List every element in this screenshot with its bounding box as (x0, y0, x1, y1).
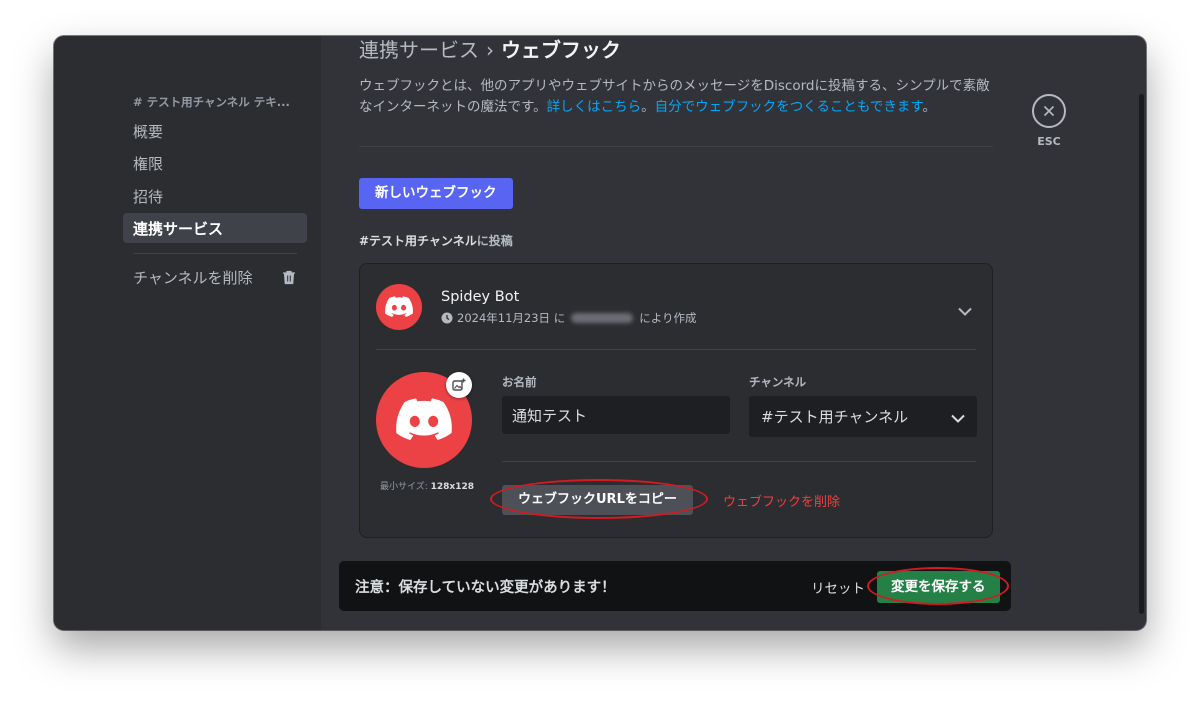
add-image-icon[interactable] (446, 372, 472, 398)
make-own-webhook-link[interactable]: 自分でウェブフックをつくることもできます (655, 99, 923, 115)
delete-webhook-button[interactable]: ウェブフックを削除 (723, 491, 840, 510)
sidebar-item-overview[interactable]: 概要 (123, 116, 307, 146)
close-icon[interactable] (1032, 94, 1066, 128)
breadcrumb-separator: › (485, 38, 494, 62)
description-end: 。 (922, 99, 937, 115)
breadcrumb-integrations[interactable]: 連携サービス (359, 38, 479, 62)
webhook-created-meta: 2024年11月23日 に により作成 (441, 310, 696, 326)
channel-field-label: チャンネル (749, 375, 807, 389)
new-webhook-button[interactable]: 新しいウェブフック (359, 178, 513, 209)
esc-label: ESC (1037, 135, 1061, 148)
discord-logo-icon (385, 296, 413, 317)
name-field-label: お名前 (502, 375, 537, 389)
trash-icon (282, 270, 296, 289)
page-title-text: ウェブフック (500, 38, 621, 62)
sidebar-item-integrations[interactable]: 連携サービス (123, 213, 307, 243)
webhook-description: ウェブフックとは、他のアプリやウェブサイトからのメッセージをDiscordに投稿… (359, 76, 995, 118)
sidebar-item-invites[interactable]: 招待 (123, 181, 307, 211)
min-size-hint: 最小サイズ: 128x128 (380, 479, 474, 492)
channel-select[interactable]: #テスト用チャンネル (749, 396, 977, 437)
min-size-label: 最小サイズ: (380, 482, 431, 492)
redacted-username (571, 313, 634, 323)
section-channel-name: #テスト用チャンネル (359, 234, 477, 248)
app-window: # テスト用チャンネル テキ... 概要 権限 招待 連携サービス チャンネルを… (54, 36, 1146, 630)
card-divider-2 (502, 461, 976, 462)
post-to-channel-label: #テスト用チャンネルに投稿 (359, 232, 513, 249)
chevron-down-icon[interactable] (958, 301, 972, 320)
close-settings-button[interactable]: ESC (1031, 94, 1067, 148)
settings-content: 連携サービス › ウェブフック ウェブフックとは、他のアプリやウェブサイトからの… (321, 36, 1146, 630)
created-suffix: により作成 (639, 311, 697, 325)
section-divider (359, 146, 993, 147)
learn-more-link[interactable]: 詳しくはこちら (547, 99, 642, 115)
webhook-name-input[interactable]: 通知テスト (502, 396, 730, 434)
chevron-down-icon (951, 409, 965, 427)
discord-logo-icon (396, 398, 452, 440)
section-suffix: に投稿 (476, 234, 513, 248)
created-date: 2024年11月23日 に (457, 311, 566, 325)
sidebar-divider (133, 253, 297, 254)
settings-sidebar: # テスト用チャンネル テキ... 概要 権限 招待 連携サービス チャンネルを… (54, 36, 321, 630)
unsaved-changes-text: 注意：保存していない変更があります！ (355, 580, 616, 596)
webhook-name: Spidey Bot (441, 289, 520, 305)
page-title: 連携サービス › ウェブフック (359, 36, 621, 63)
channel-select-value: #テスト用チャンネル (761, 408, 909, 426)
copy-webhook-url-button[interactable]: ウェブフックURLをコピー (502, 485, 693, 515)
save-changes-button[interactable]: 変更を保存する (877, 571, 1000, 603)
bot-avatar (376, 284, 422, 330)
sidebar-item-delete-channel[interactable]: チャンネルを削除 (123, 262, 307, 292)
card-divider (376, 349, 976, 350)
scrollbar[interactable] (1139, 94, 1144, 614)
unsaved-changes-bar: 注意：保存していない変更があります！ リセット 変更を保存する (339, 561, 1011, 611)
sidebar-channel-header: # テスト用チャンネル テキ... (133, 95, 290, 109)
description-period: 。 (641, 99, 655, 115)
clock-icon (441, 312, 453, 324)
sidebar-item-permissions[interactable]: 権限 (123, 148, 307, 178)
webhook-card: Spidey Bot 2024年11月23日 に により作成 最小サイズ: 12… (359, 263, 993, 538)
min-size-value: 128x128 (430, 482, 475, 492)
reset-button[interactable]: リセット (811, 577, 865, 597)
